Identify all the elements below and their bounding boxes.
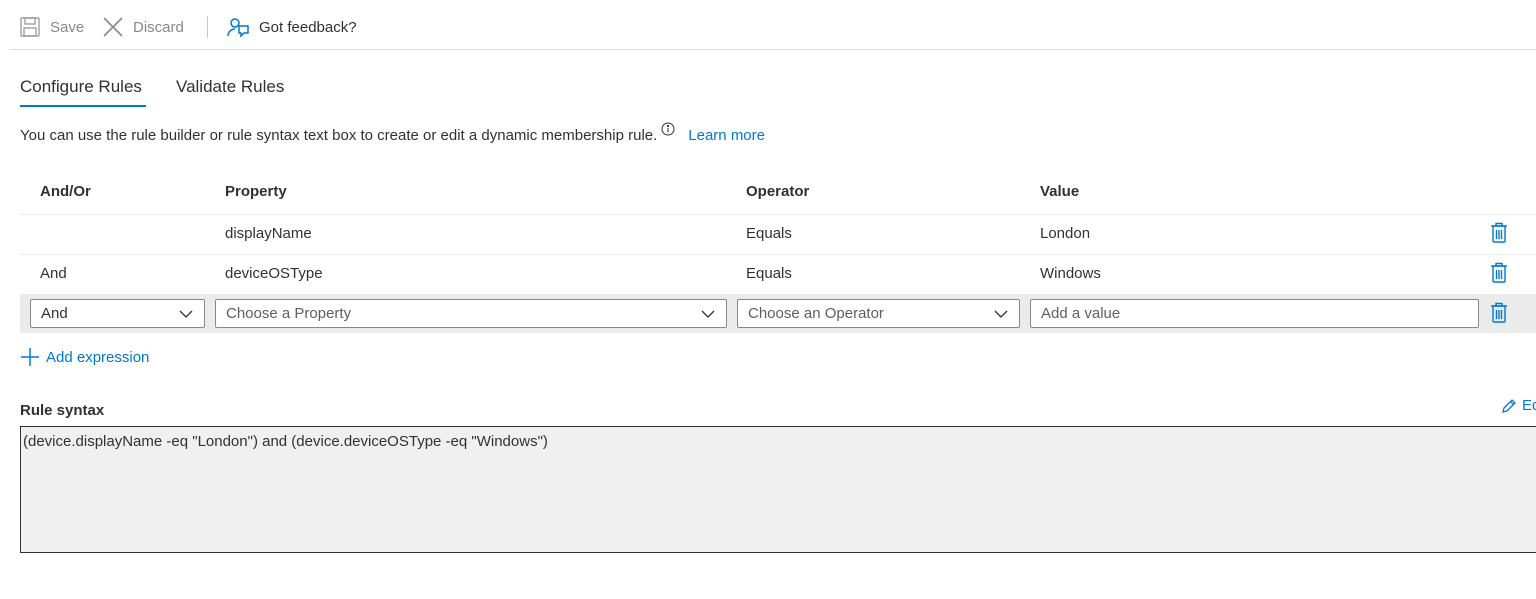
row-1-property: displayName [225,225,312,242]
chevron-down-icon [179,310,193,318]
and-or-dropdown-value: And [41,305,68,322]
operator-dropdown-placeholder: Choose an Operator [748,305,884,322]
operator-dropdown[interactable]: Choose an Operator [737,299,1020,328]
save-icon [19,16,41,38]
pencil-icon [1502,398,1516,413]
plus-icon [21,348,39,366]
edit-rule-syntax-button[interactable]: Edit [1501,397,1536,414]
edit-label: Edit [1522,397,1536,414]
property-dropdown-placeholder: Choose a Property [226,305,352,322]
description-text: You can use the rule builder or rule syn… [20,127,658,144]
trash-icon [1491,302,1507,323]
add-expression-label: Add expression [46,348,150,366]
tab-configure-rules[interactable]: Configure Rules [20,77,142,97]
info-icon[interactable] [661,122,675,140]
feedback-label: Got feedback? [259,18,357,36]
rule-syntax-textbox[interactable]: (device.displayName -eq "London") and (d… [20,426,1536,553]
property-dropdown[interactable]: Choose a Property [215,299,727,328]
toolbar-divider [207,16,208,38]
learn-more-link[interactable]: Learn more [688,127,765,144]
tab-validate-rules[interactable]: Validate Rules [176,77,284,97]
close-icon [102,16,124,38]
feedback-icon [226,15,250,39]
row-2-value: Windows [1040,265,1101,282]
command-bar: Save Discard Got feedback? [10,0,1536,50]
divider [20,214,1536,215]
row-1-value: London [1040,225,1091,242]
discard-label: Discard [133,18,184,36]
active-tab-indicator [20,105,146,107]
add-expression-button[interactable]: Add expression [20,347,149,367]
and-or-dropdown[interactable]: And [30,299,205,328]
value-input[interactable] [1030,299,1479,328]
trash-icon [1491,222,1507,243]
chevron-down-icon [701,310,715,318]
discard-button[interactable]: Discard [102,13,184,41]
feedback-button[interactable]: Got feedback? [226,13,357,41]
row-2-operator: Equals [746,265,792,282]
new-row-delete-button[interactable] [1490,302,1508,328]
description: You can use the rule builder or rule syn… [20,122,765,144]
row-2-delete-button[interactable] [1490,262,1508,288]
save-label: Save [50,18,85,36]
column-header-value: Value [1040,183,1080,200]
chevron-down-icon [994,310,1008,318]
column-header-operator: Operator [746,183,810,200]
row-2-property: deviceOSType [225,265,323,282]
column-header-and-or: And/Or [40,183,91,200]
column-header-property: Property [225,183,287,200]
save-button[interactable]: Save [19,13,84,41]
trash-icon [1491,262,1507,283]
row-1-operator: Equals [746,225,792,242]
rule-syntax-label: Rule syntax [20,402,105,419]
row-2-and-or: And [40,265,67,282]
divider [20,254,1536,255]
row-1-delete-button[interactable] [1490,222,1508,248]
